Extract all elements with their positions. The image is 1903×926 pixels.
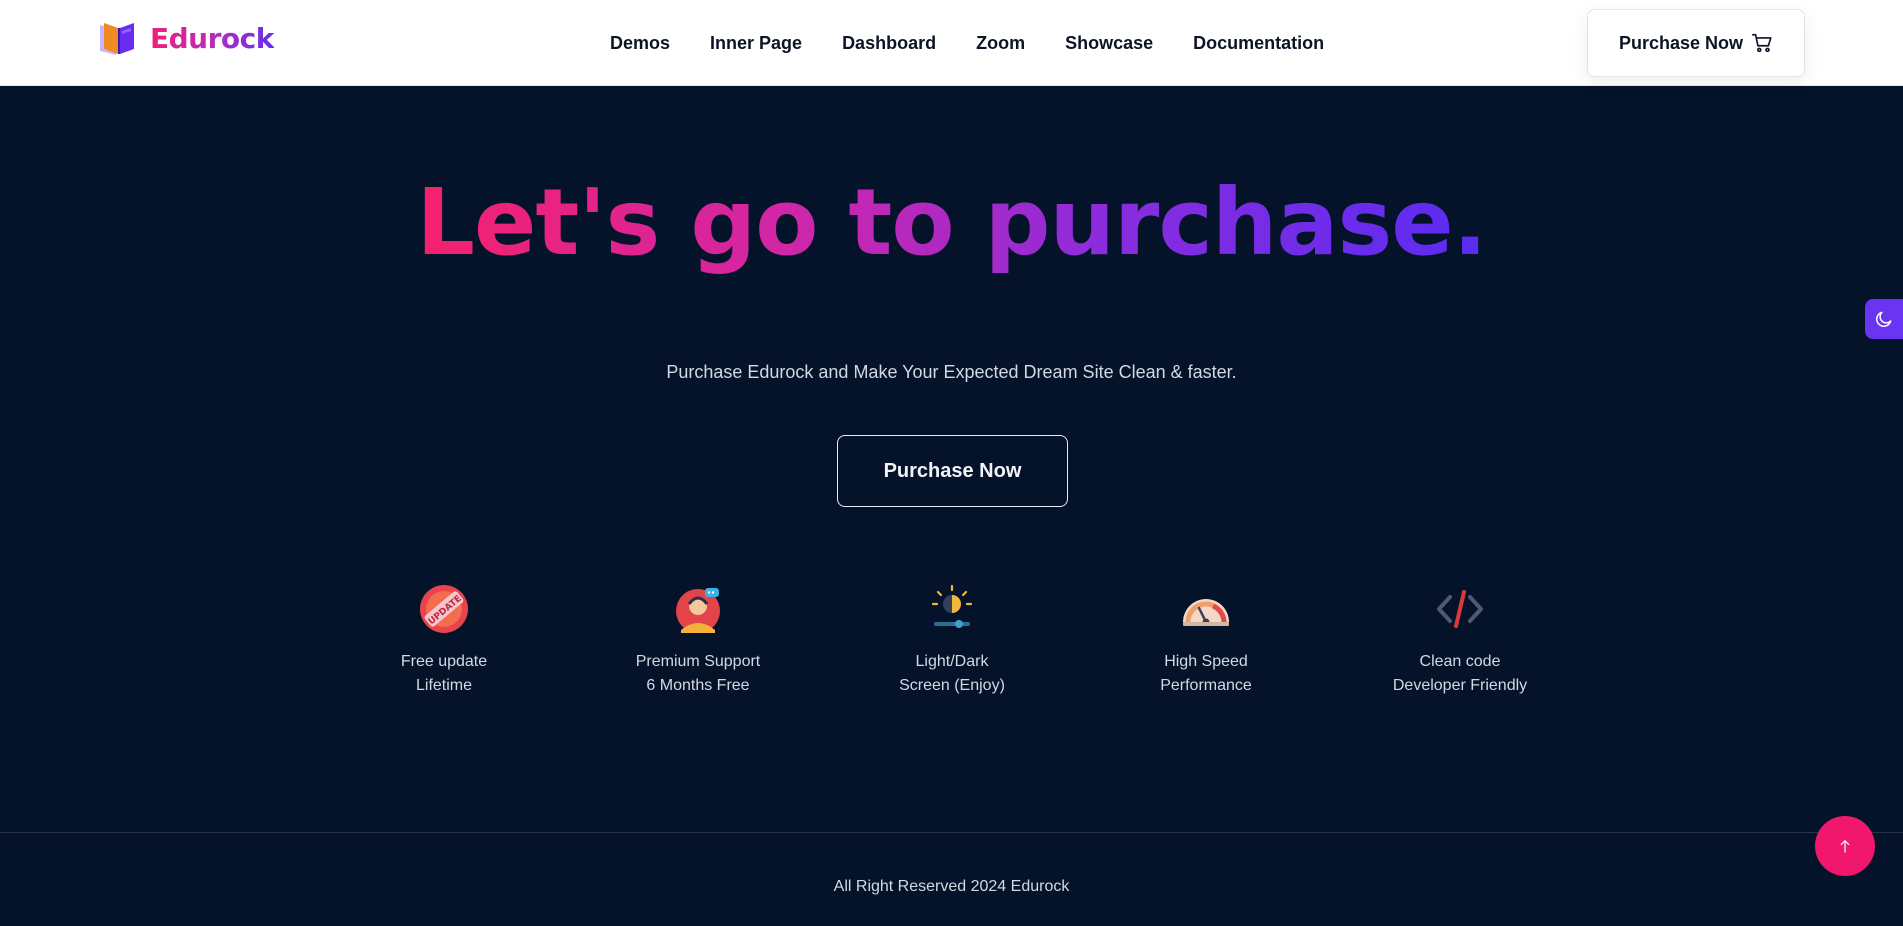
nav-link-showcase[interactable]: Showcase bbox=[1065, 31, 1153, 55]
feature-clean-code-line2: Developer Friendly bbox=[1392, 677, 1528, 694]
nav-link-documentation[interactable]: Documentation bbox=[1193, 31, 1324, 55]
sun-slider-icon bbox=[931, 584, 973, 628]
brand-logo-link[interactable]: Edurock bbox=[98, 18, 274, 58]
speedometer-icon bbox=[1183, 599, 1229, 626]
hero-purchase-button[interactable]: Purchase Now bbox=[837, 435, 1068, 507]
top-navbar: Edurock Demos Inner Page Dashboard Zoom … bbox=[0, 0, 1903, 86]
update-badge-icon: UPDATE bbox=[420, 585, 468, 633]
scroll-to-top-button[interactable] bbox=[1815, 816, 1875, 876]
feature-high-speed-line1: High Speed bbox=[1164, 653, 1248, 670]
dark-mode-toggle[interactable] bbox=[1865, 299, 1903, 339]
footer-divider bbox=[0, 832, 1903, 833]
nav-link-dashboard[interactable]: Dashboard bbox=[842, 31, 936, 55]
feature-free-update: UPDATE Free update Lifetime bbox=[334, 582, 554, 698]
feature-premium-support-line1: Premium Support bbox=[635, 653, 761, 670]
feature-high-speed: High Speed Performance bbox=[1096, 582, 1316, 698]
features-row: UPDATE Free update Lifetime Premium Supp… bbox=[0, 582, 1903, 702]
feature-light-dark: Light/Dark Screen (Enjoy) bbox=[842, 582, 1062, 698]
feature-light-dark-line1: Light/Dark bbox=[915, 653, 989, 670]
nav-link-zoom[interactable]: Zoom bbox=[976, 31, 1025, 55]
open-book-logo-icon bbox=[100, 23, 134, 55]
arrow-up-icon bbox=[1840, 840, 1850, 853]
nav-link-inner-page[interactable]: Inner Page bbox=[710, 31, 802, 55]
hero-title-text: Let's go to purchase. bbox=[416, 169, 1487, 276]
feature-premium-support: Premium Support 6 Months Free bbox=[588, 582, 808, 698]
feature-light-dark-line2: Screen (Enjoy) bbox=[899, 677, 1005, 694]
cart-icon bbox=[1752, 33, 1772, 53]
feature-high-speed-line2: Performance bbox=[1160, 677, 1252, 694]
nav-purchase-button[interactable]: Purchase Now bbox=[1587, 9, 1805, 77]
code-icon bbox=[1437, 590, 1483, 628]
hero-title: Let's go to purchase. bbox=[0, 168, 1903, 278]
feature-clean-code: Clean code Developer Friendly bbox=[1350, 582, 1570, 698]
footer-copyright: All Right Reserved 2024 Edurock bbox=[833, 878, 1070, 895]
nav-purchase-label: Purchase Now bbox=[1618, 32, 1744, 53]
brand-name: Edurock bbox=[150, 21, 274, 55]
feature-premium-support-line2: 6 Months Free bbox=[646, 677, 750, 694]
moon-icon bbox=[1876, 311, 1892, 327]
feature-clean-code-line1: Clean code bbox=[1419, 653, 1501, 670]
feature-free-update-line1: Free update bbox=[400, 653, 488, 670]
support-agent-icon bbox=[676, 588, 720, 633]
feature-free-update-line2: Lifetime bbox=[415, 677, 473, 694]
main-nav: Demos Inner Page Dashboard Zoom Showcase… bbox=[610, 31, 1364, 55]
nav-link-demos[interactable]: Demos bbox=[610, 31, 670, 55]
hero-subtitle: Purchase Edurock and Make Your Expected … bbox=[666, 362, 1237, 382]
